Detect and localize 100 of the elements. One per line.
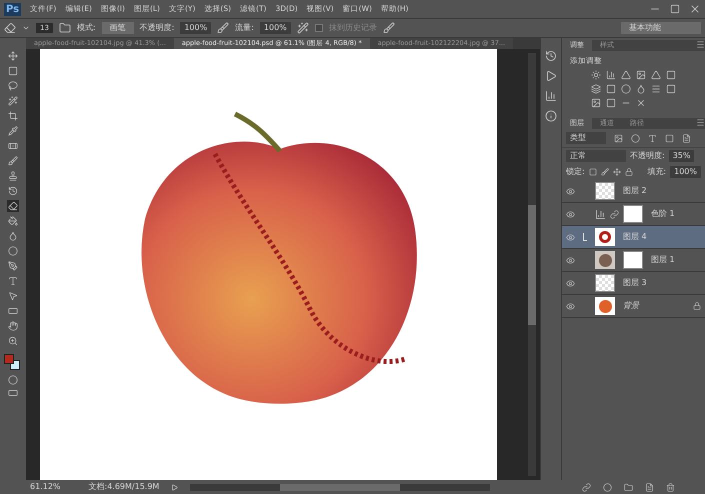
link-icon[interactable] — [582, 482, 591, 492]
play-icon[interactable] — [545, 70, 557, 82]
image-filter-icon[interactable] — [614, 134, 623, 143]
tool-button[interactable] — [7, 320, 19, 332]
tool-button[interactable] — [7, 80, 19, 92]
lock-position-icon[interactable] — [612, 168, 621, 176]
new-layer-icon[interactable] — [645, 482, 654, 492]
layer-name[interactable]: 图层 4 — [623, 231, 647, 244]
layer-row[interactable]: 背景 — [562, 295, 705, 318]
tool-button[interactable] — [7, 140, 19, 152]
layer-name[interactable]: 图层 3 — [623, 277, 647, 290]
quick-mask-icon[interactable] — [8, 375, 18, 385]
layer-name[interactable]: 色阶 1 — [651, 208, 675, 220]
link-icon — [610, 210, 619, 219]
adjustment-icon[interactable] — [636, 70, 646, 80]
adjustment-icon[interactable] — [606, 70, 616, 80]
airbrush-icon[interactable] — [296, 22, 309, 34]
tool-button[interactable] — [7, 155, 19, 167]
visibility-icon[interactable] — [566, 256, 575, 265]
lock-pixels-icon[interactable] — [588, 168, 597, 176]
close-icon[interactable] — [689, 3, 701, 15]
tool-button[interactable] — [7, 260, 19, 272]
tool-button[interactable] — [7, 200, 19, 212]
opacity-label: 不透明度: — [630, 150, 665, 162]
adjustment-icon[interactable] — [651, 84, 662, 94]
flow-field[interactable]: 100% — [260, 22, 291, 34]
history-icon[interactable] — [545, 50, 557, 62]
tablet-pressure-icon[interactable] — [382, 22, 395, 34]
app-logo[interactable]: Ps — [4, 2, 22, 16]
folder-icon[interactable] — [624, 482, 633, 492]
adjustment-icon[interactable] — [620, 84, 631, 94]
tool-button[interactable] — [7, 65, 19, 77]
adjustment-icon[interactable] — [636, 98, 646, 108]
tool-button[interactable] — [7, 305, 19, 317]
screen-mode-icon[interactable] — [8, 388, 18, 398]
visibility-icon[interactable] — [566, 232, 575, 242]
blend-mode-dropdown[interactable]: 正常 — [566, 150, 626, 162]
adjustment-icon[interactable] — [666, 70, 676, 80]
adjustment-icon[interactable] — [590, 98, 601, 108]
lock-icon[interactable] — [624, 168, 633, 176]
tool-button[interactable] — [7, 185, 19, 197]
tool-button[interactable] — [7, 215, 19, 227]
tool-button[interactable] — [7, 290, 19, 302]
tool-button[interactable] — [7, 335, 19, 347]
tool-button[interactable] — [7, 50, 19, 62]
mask-icon[interactable] — [603, 482, 612, 492]
opacity-field[interactable]: 35% — [668, 150, 694, 162]
shape-filter-icon[interactable] — [665, 134, 674, 143]
play-icon[interactable] — [171, 484, 178, 490]
trash-icon[interactable] — [666, 482, 675, 492]
tool-button[interactable] — [7, 170, 19, 182]
tool-button[interactable] — [7, 95, 19, 107]
info-icon[interactable] — [545, 110, 557, 122]
adjustment-icon[interactable] — [606, 98, 616, 108]
opacity-label: 不透明度: — [140, 22, 174, 34]
adjustment-icon[interactable] — [590, 84, 601, 94]
filter-dropdown[interactable]: 类型 — [566, 132, 606, 144]
tool-button[interactable] — [7, 275, 19, 287]
foreground-color-swatch[interactable] — [4, 354, 14, 364]
maximize-icon[interactable] — [670, 4, 680, 14]
type-filter-icon[interactable] — [648, 134, 657, 143]
adjustment-icon[interactable] — [666, 84, 676, 94]
adjustment-icon[interactable] — [636, 84, 646, 94]
adjustment-icon[interactable] — [606, 84, 616, 94]
brush-panel-icon[interactable] — [58, 22, 71, 34]
layer-name[interactable]: 背景 — [623, 300, 639, 312]
lock-brush-icon[interactable] — [600, 168, 609, 176]
layer-row[interactable]: 图层 2 — [562, 180, 705, 204]
panel-menu-icon[interactable] — [696, 40, 705, 49]
visibility-icon[interactable] — [566, 302, 575, 311]
histogram-icon[interactable] — [545, 90, 557, 102]
mode-dropdown[interactable]: 画笔 — [102, 22, 134, 34]
layer-name[interactable]: 图层 2 — [623, 185, 647, 198]
tool-button[interactable] — [7, 230, 19, 242]
layer-row[interactable]: 图层 4 — [562, 226, 705, 250]
vertical-scrollbar[interactable] — [528, 53, 536, 476]
visibility-icon[interactable] — [566, 186, 575, 196]
visibility-icon[interactable] — [566, 210, 575, 219]
workspace-dropdown[interactable]: 基本功能 — [621, 22, 701, 34]
layer-row[interactable]: 色阶 1 — [562, 203, 705, 226]
visibility-icon[interactable] — [566, 278, 575, 288]
pressure-icon[interactable] — [217, 22, 230, 34]
adjustment-filter-icon[interactable] — [631, 134, 640, 143]
fill-field[interactable]: 100% — [670, 166, 701, 178]
tool-button[interactable] — [7, 245, 19, 257]
eraser-icon[interactable] — [4, 22, 16, 34]
layer-row[interactable]: 图层 1 — [562, 249, 705, 272]
smart-object-filter-icon[interactable] — [682, 134, 691, 143]
erase-history-checkbox[interactable] — [314, 24, 323, 32]
panel-menu-icon[interactable] — [696, 118, 705, 128]
caret-icon — [22, 24, 30, 32]
flow-label: 流量: — [235, 22, 254, 34]
layer-name[interactable]: 图层 1 — [651, 254, 675, 266]
layer-row[interactable]: 图层 3 — [562, 272, 705, 296]
tool-button[interactable] — [7, 125, 19, 137]
horizontal-scrollbar[interactable] — [190, 484, 490, 490]
mask-thumbnail — [623, 251, 643, 270]
adjustment-icon[interactable] — [620, 70, 631, 80]
adjustment-icon[interactable] — [651, 70, 662, 80]
opacity-field[interactable]: 100% — [180, 22, 212, 34]
